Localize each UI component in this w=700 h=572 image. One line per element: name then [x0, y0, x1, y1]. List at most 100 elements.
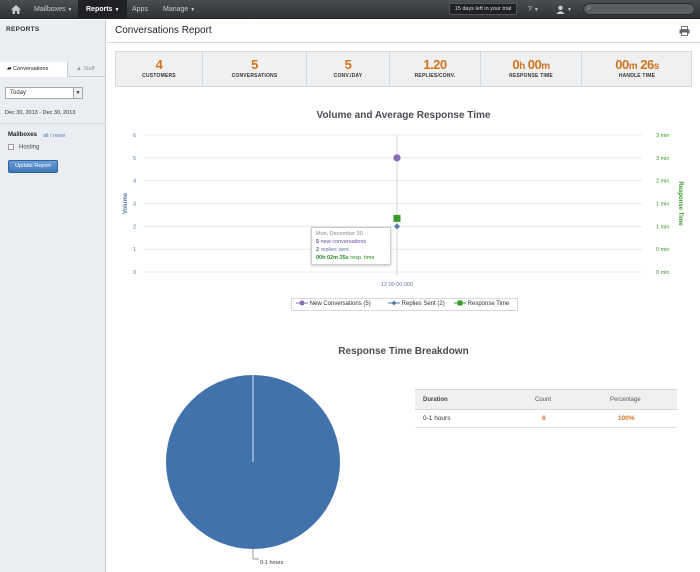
- search-icon: ⌕: [587, 3, 592, 12]
- mailboxes-title: Mailboxes: [8, 132, 38, 138]
- tab-conversations-label: Conversations: [13, 66, 49, 72]
- mailbox-option-label: Hosting: [19, 144, 40, 151]
- point-new-conversations: [393, 154, 401, 162]
- tab-staff-label: Staff: [83, 66, 95, 72]
- nav-reports-label: Reports: [86, 6, 113, 13]
- stat-value: 1.20: [423, 57, 447, 72]
- nav-apps[interactable]: Apps: [132, 0, 148, 19]
- chat-icon: ▰: [7, 66, 12, 72]
- nav-mailboxes[interactable]: Mailboxes ▼: [34, 0, 72, 19]
- staff-icon: ▲: [76, 66, 82, 72]
- update-report-button[interactable]: Update Report: [8, 160, 58, 173]
- point-replies-sent: [394, 223, 400, 230]
- y2-tick-label: 0 min: [656, 270, 669, 276]
- nav-manage[interactable]: Manage ▼: [163, 0, 195, 19]
- y-tick-label: 3: [133, 202, 136, 208]
- trial-badge[interactable]: 15 days left in your trial: [449, 3, 517, 15]
- stat-label: CUSTOMERS: [142, 73, 176, 79]
- stat-customers: 4 CUSTOMERS: [116, 52, 202, 86]
- legend-response-time[interactable]: Response Time: [454, 299, 509, 310]
- user-icon: [556, 5, 565, 14]
- stats-bar: 4 CUSTOMERS 5 CONVERSATIONS 5 CONV./DAY …: [115, 51, 692, 87]
- search-input[interactable]: ⌕: [583, 3, 695, 15]
- help-menu[interactable]: ? ▼: [528, 0, 539, 19]
- sidebar-tabs: ▰ Conversations ▲ Staff: [0, 62, 105, 77]
- chevron-down-icon: ▼: [533, 7, 539, 13]
- stat-replies-per-conv: 1.20 REPLIES/CONV.: [389, 52, 480, 86]
- tooltip-conversations: 5 new conversations: [316, 239, 367, 245]
- tab-conversations[interactable]: ▰ Conversations: [0, 62, 68, 77]
- nav-reports[interactable]: Reports ▼: [78, 0, 128, 19]
- home-icon[interactable]: [0, 0, 31, 19]
- y2-tick-label: 3 min: [656, 133, 669, 139]
- column-header-percentage: Percentage: [610, 397, 641, 403]
- stat-value: 0h 00m: [512, 57, 550, 72]
- legend-label: Response Time: [467, 301, 510, 307]
- stat-handle-time: 00m 26s HANDLE TIME: [581, 52, 692, 86]
- chart-title: Volume and Average Response Time: [316, 110, 491, 121]
- legend-new-conversations[interactable]: New Conversations (5): [296, 299, 371, 310]
- x-tick-label: 12 00:00.000: [381, 282, 413, 288]
- y-tick-label: 2: [133, 224, 136, 230]
- y2-tick-label: 3 min: [656, 156, 669, 162]
- cell-count: 6: [542, 415, 546, 422]
- date-range-text: Dec 30, 2013 - Dec 30, 2013: [5, 110, 76, 116]
- mailbox-checkbox[interactable]: [8, 144, 14, 150]
- sidebar: REPORTS ▰ Conversations ▲ Staff Today ▼ …: [0, 20, 106, 572]
- y-tick-label: 5: [133, 156, 136, 162]
- chevron-down-icon: ▼: [73, 88, 82, 98]
- divider: [107, 42, 700, 43]
- y-axis-label: Volume: [123, 192, 129, 214]
- y2-tick-label: 0 min: [656, 247, 669, 253]
- cell-percentage: 100%: [618, 415, 635, 422]
- column-header-duration: Duration: [423, 397, 448, 403]
- stat-label: HANDLE TIME: [618, 73, 656, 79]
- stat-label: REPLIES/CONV.: [414, 73, 456, 79]
- chevron-down-icon: ▼: [67, 7, 73, 13]
- table-row: 0-1 hours 6 100%: [415, 410, 677, 428]
- y2-tick-label: 1 min: [656, 224, 669, 230]
- pie-slice-label: 0-1 hours: [260, 560, 284, 566]
- nav-manage-label: Manage: [163, 6, 189, 13]
- table-header: Duration Count Percentage: [415, 389, 677, 410]
- nav-mailboxes-label: Mailboxes: [34, 6, 66, 13]
- point-response-time: [393, 214, 401, 222]
- sidebar-title: REPORTS: [6, 26, 40, 33]
- print-icon[interactable]: [679, 26, 690, 36]
- legend-label: New Conversations (5): [309, 301, 371, 307]
- chevron-down-icon: ▼: [190, 7, 196, 13]
- page-title: Conversations Report: [115, 25, 212, 36]
- link-separator: /: [50, 133, 52, 139]
- tooltip-replies: 2 replies sent: [316, 247, 349, 253]
- tab-staff[interactable]: ▲ Staff: [70, 62, 105, 77]
- tooltip-date: Mon, December 30: [316, 231, 363, 237]
- select-all-link[interactable]: all: [43, 133, 49, 139]
- date-range-select[interactable]: Today ▼: [5, 87, 83, 99]
- chart-legend: New Conversations (5) Replies Sent (2) R…: [291, 298, 518, 311]
- tooltip-response-time: 00h 02m 35s resp. time: [316, 255, 375, 261]
- breakdown-table: Duration Count Percentage 0-1 hours 6 10…: [415, 389, 677, 428]
- y-tick-label: 4: [133, 179, 136, 185]
- stat-label: CONVERSATIONS: [231, 73, 278, 79]
- user-menu[interactable]: ▼: [556, 0, 572, 19]
- stat-response-time: 0h 00m RESPONSE TIME: [480, 52, 581, 86]
- chart-tooltip: Mon, December 30 5 new conversations 2 r…: [311, 227, 391, 265]
- stat-value: 4: [155, 57, 163, 72]
- main-content: Conversations Report 4 CUSTOMERS 5 CONVE…: [107, 20, 700, 572]
- help-icon: ?: [528, 6, 532, 13]
- stat-label: CONV./DAY: [333, 73, 363, 79]
- cell-duration: 0-1 hours: [423, 415, 451, 422]
- mailbox-option[interactable]: Hosting: [8, 144, 39, 151]
- column-header-count: Count: [535, 397, 552, 403]
- nav-apps-label: Apps: [132, 6, 148, 13]
- y2-axis-label: Response Time: [677, 181, 683, 226]
- chevron-down-icon: ▼: [567, 7, 572, 13]
- chevron-down-icon: ▼: [114, 7, 120, 13]
- select-none-link[interactable]: none: [53, 133, 65, 139]
- legend-replies-sent[interactable]: Replies Sent (2): [388, 299, 445, 310]
- date-range-select-value: Today: [10, 90, 27, 96]
- volume-response-chart: 0 0 min 1 0 min 2 1 min 3 1 min 4 2 min 5 3 min 6 3 m…: [123, 133, 683, 288]
- top-navbar: Mailboxes ▼ Reports ▼ Apps Manage ▼ 15 days…: [0, 0, 700, 19]
- y2-tick-label: 2 min: [656, 179, 669, 185]
- stat-label: RESPONSE TIME: [509, 73, 553, 79]
